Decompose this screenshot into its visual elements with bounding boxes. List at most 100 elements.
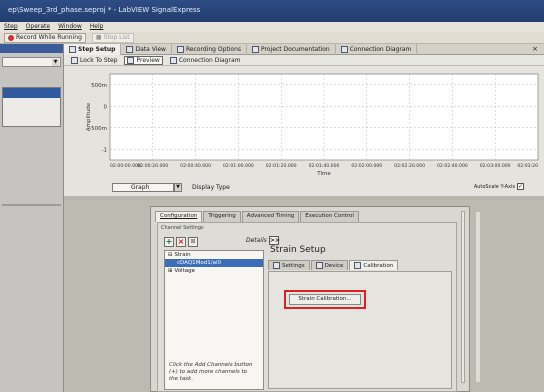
- waveform-graph[interactable]: 500m0-500m-102:00:00.00002:00:20.000 02:0…: [64, 66, 544, 178]
- preview-button[interactable]: Preview: [124, 55, 163, 65]
- data-view-icon: [126, 46, 134, 53]
- x-axis-label: Time: [316, 171, 331, 177]
- x-tick-label: 02:01:00.000: [223, 163, 254, 169]
- autoscale-y-axis[interactable]: AutoScale Y-Axis ✓: [474, 183, 524, 190]
- display-type-label: Display Type: [192, 184, 230, 191]
- step-setup-icon: [69, 46, 76, 53]
- preview-label: Preview: [136, 56, 160, 64]
- channel-settings-group: Channel Settings + × ⊠ Details >> ⊟ Stra…: [157, 222, 457, 392]
- menu-step[interactable]: Step: [4, 23, 18, 31]
- close-icon[interactable]: ×: [526, 44, 544, 54]
- graph-panel: 500m 0 -500m -1 02:00:00.000 02:00:20.000 02:0…: [64, 66, 544, 196]
- menu-operate[interactable]: Operate: [26, 23, 50, 31]
- x-tick-label: 02:00:00.000: [110, 163, 141, 169]
- tab-advanced-timing[interactable]: Advanced Timing: [241, 211, 300, 222]
- channel-settings-label: Channel Settings: [161, 225, 204, 231]
- view-tabs: Step Setup Data View Recording Options P…: [64, 44, 544, 55]
- tab-settings[interactable]: Settings: [268, 260, 310, 270]
- channel-buttons: + × ⊠: [164, 237, 198, 247]
- tab-step-setup[interactable]: Step Setup: [64, 44, 122, 55]
- remove-channel-button[interactable]: ×: [176, 237, 186, 247]
- strain-calibration-button[interactable]: Strain Calibration...: [289, 294, 361, 305]
- add-channel-button[interactable]: +: [164, 237, 174, 247]
- project-dropdown[interactable]: ▼: [2, 57, 61, 67]
- tab-label: Data View: [135, 46, 166, 53]
- recording-options-icon: [176, 46, 184, 53]
- connection-diagram-icon: [169, 56, 177, 64]
- stop-icon: ■: [95, 34, 102, 41]
- display-type-value: Graph: [131, 184, 150, 191]
- x-tick-label: 02:02:20.000: [394, 163, 425, 169]
- title-bar: ep\Sweep_3rd_phase.seproj * - LabVIEW Si…: [0, 0, 544, 22]
- collapse-icon[interactable]: ⊟: [168, 252, 173, 258]
- pane-divider[interactable]: [2, 204, 61, 206]
- x-tick-label: 02:03:00.000: [480, 163, 511, 169]
- connection-label: Connection Diagram: [178, 56, 241, 64]
- menu-help[interactable]: Help: [90, 23, 104, 31]
- record-icon: [8, 34, 14, 41]
- connection-icon: [340, 46, 348, 53]
- lock-to-step-button[interactable]: Lock To Step: [68, 56, 120, 65]
- tab-connection-diagram[interactable]: Connection Diagram: [336, 44, 418, 55]
- connection-diagram-button[interactable]: Connection Diagram: [167, 56, 244, 65]
- right-margin: [470, 200, 544, 392]
- tab-execution-control[interactable]: Execution Control: [300, 211, 359, 222]
- tree-item-channel[interactable]: cDAQ1Mod1/ai0: [165, 259, 263, 267]
- right-scrollbar[interactable]: [476, 212, 480, 382]
- y-axis-label: Amplitude: [86, 102, 92, 131]
- chevron-down-icon: ▼: [174, 183, 182, 192]
- x-tick-label: 02:00:40.000: [180, 163, 211, 169]
- tree-label: Strain: [174, 252, 191, 258]
- expand-icon[interactable]: ⊞: [168, 268, 173, 274]
- tab-triggering[interactable]: Triggering: [203, 211, 241, 222]
- lock-label: Lock To Step: [80, 56, 118, 64]
- config-tabs: Configuration Triggering Advanced Timing…: [155, 211, 360, 222]
- channel-tree[interactable]: ⊟ Strain cDAQ1Mod1/ai0 ⊞ Voltage Click t…: [164, 250, 264, 390]
- configuration-area: Configuration Triggering Advanced Timing…: [64, 200, 544, 392]
- autoscale-label: AutoScale Y-Axis: [473, 183, 515, 190]
- strain-setup-tabs: Settings Device Calibration: [268, 260, 399, 270]
- vertical-scrollbar[interactable]: [461, 211, 465, 383]
- add-channels-hint: Click the Add Channels button (+) to add…: [169, 362, 253, 382]
- project-pane: ▼: [0, 44, 64, 392]
- tab-project-documentation[interactable]: Project Documentation: [247, 44, 336, 55]
- tab-label: Settings: [282, 262, 305, 269]
- tree-item-voltage[interactable]: ⊞ Voltage: [165, 267, 263, 275]
- tab-label: Project Documentation: [261, 46, 330, 53]
- y-tick-label: 500m: [91, 83, 107, 89]
- record-while-running-button[interactable]: Record While Running: [4, 32, 86, 43]
- preview-icon: [127, 56, 135, 64]
- x-tick-label: 02:00:20.000: [137, 163, 168, 169]
- stop-list-button[interactable]: ■ Stop List: [91, 32, 134, 43]
- project-pane-header: [0, 44, 63, 53]
- tree-label: Voltage: [174, 268, 195, 274]
- remove-all-channels-button[interactable]: ⊠: [188, 237, 198, 247]
- tab-label: Step Setup: [78, 46, 116, 53]
- tab-label: Calibration: [363, 262, 394, 269]
- step-list[interactable]: [2, 87, 61, 127]
- details-toggle[interactable]: Details >>: [246, 236, 280, 245]
- step-toolbar: Lock To Step Preview Connection Diagram: [64, 55, 544, 66]
- configuration-panel: Configuration Triggering Advanced Timing…: [150, 206, 470, 392]
- tab-data-view[interactable]: Data View: [121, 44, 172, 55]
- tab-calibration[interactable]: Calibration: [349, 260, 399, 270]
- tab-recording-options[interactable]: Recording Options: [172, 44, 248, 55]
- menu-bar: Step Operate Window Help: [0, 22, 544, 32]
- selected-step[interactable]: [3, 88, 60, 98]
- y-tick-label: -1: [102, 147, 107, 153]
- tab-device[interactable]: Device: [310, 260, 349, 270]
- menu-window[interactable]: Window: [58, 23, 82, 31]
- tree-item-strain[interactable]: ⊟ Strain: [165, 251, 263, 259]
- device-icon: [315, 262, 323, 269]
- details-expand-button[interactable]: >>: [268, 236, 280, 245]
- document-icon: [252, 46, 260, 53]
- tab-label: Device: [324, 262, 344, 269]
- autoscale-checkbox[interactable]: ✓: [517, 183, 524, 190]
- tab-configuration[interactable]: Configuration: [155, 211, 203, 222]
- window-title: ep\Sweep_3rd_phase.seproj * - LabVIEW Si…: [8, 6, 201, 14]
- calibration-panel: Strain Calibration...: [268, 271, 452, 389]
- calibration-icon: [354, 262, 362, 269]
- x-tick-label: 02:02:40.000: [437, 163, 468, 169]
- chevron-down-icon: ▼: [52, 59, 59, 66]
- display-type-select[interactable]: Graph ▼: [112, 183, 182, 192]
